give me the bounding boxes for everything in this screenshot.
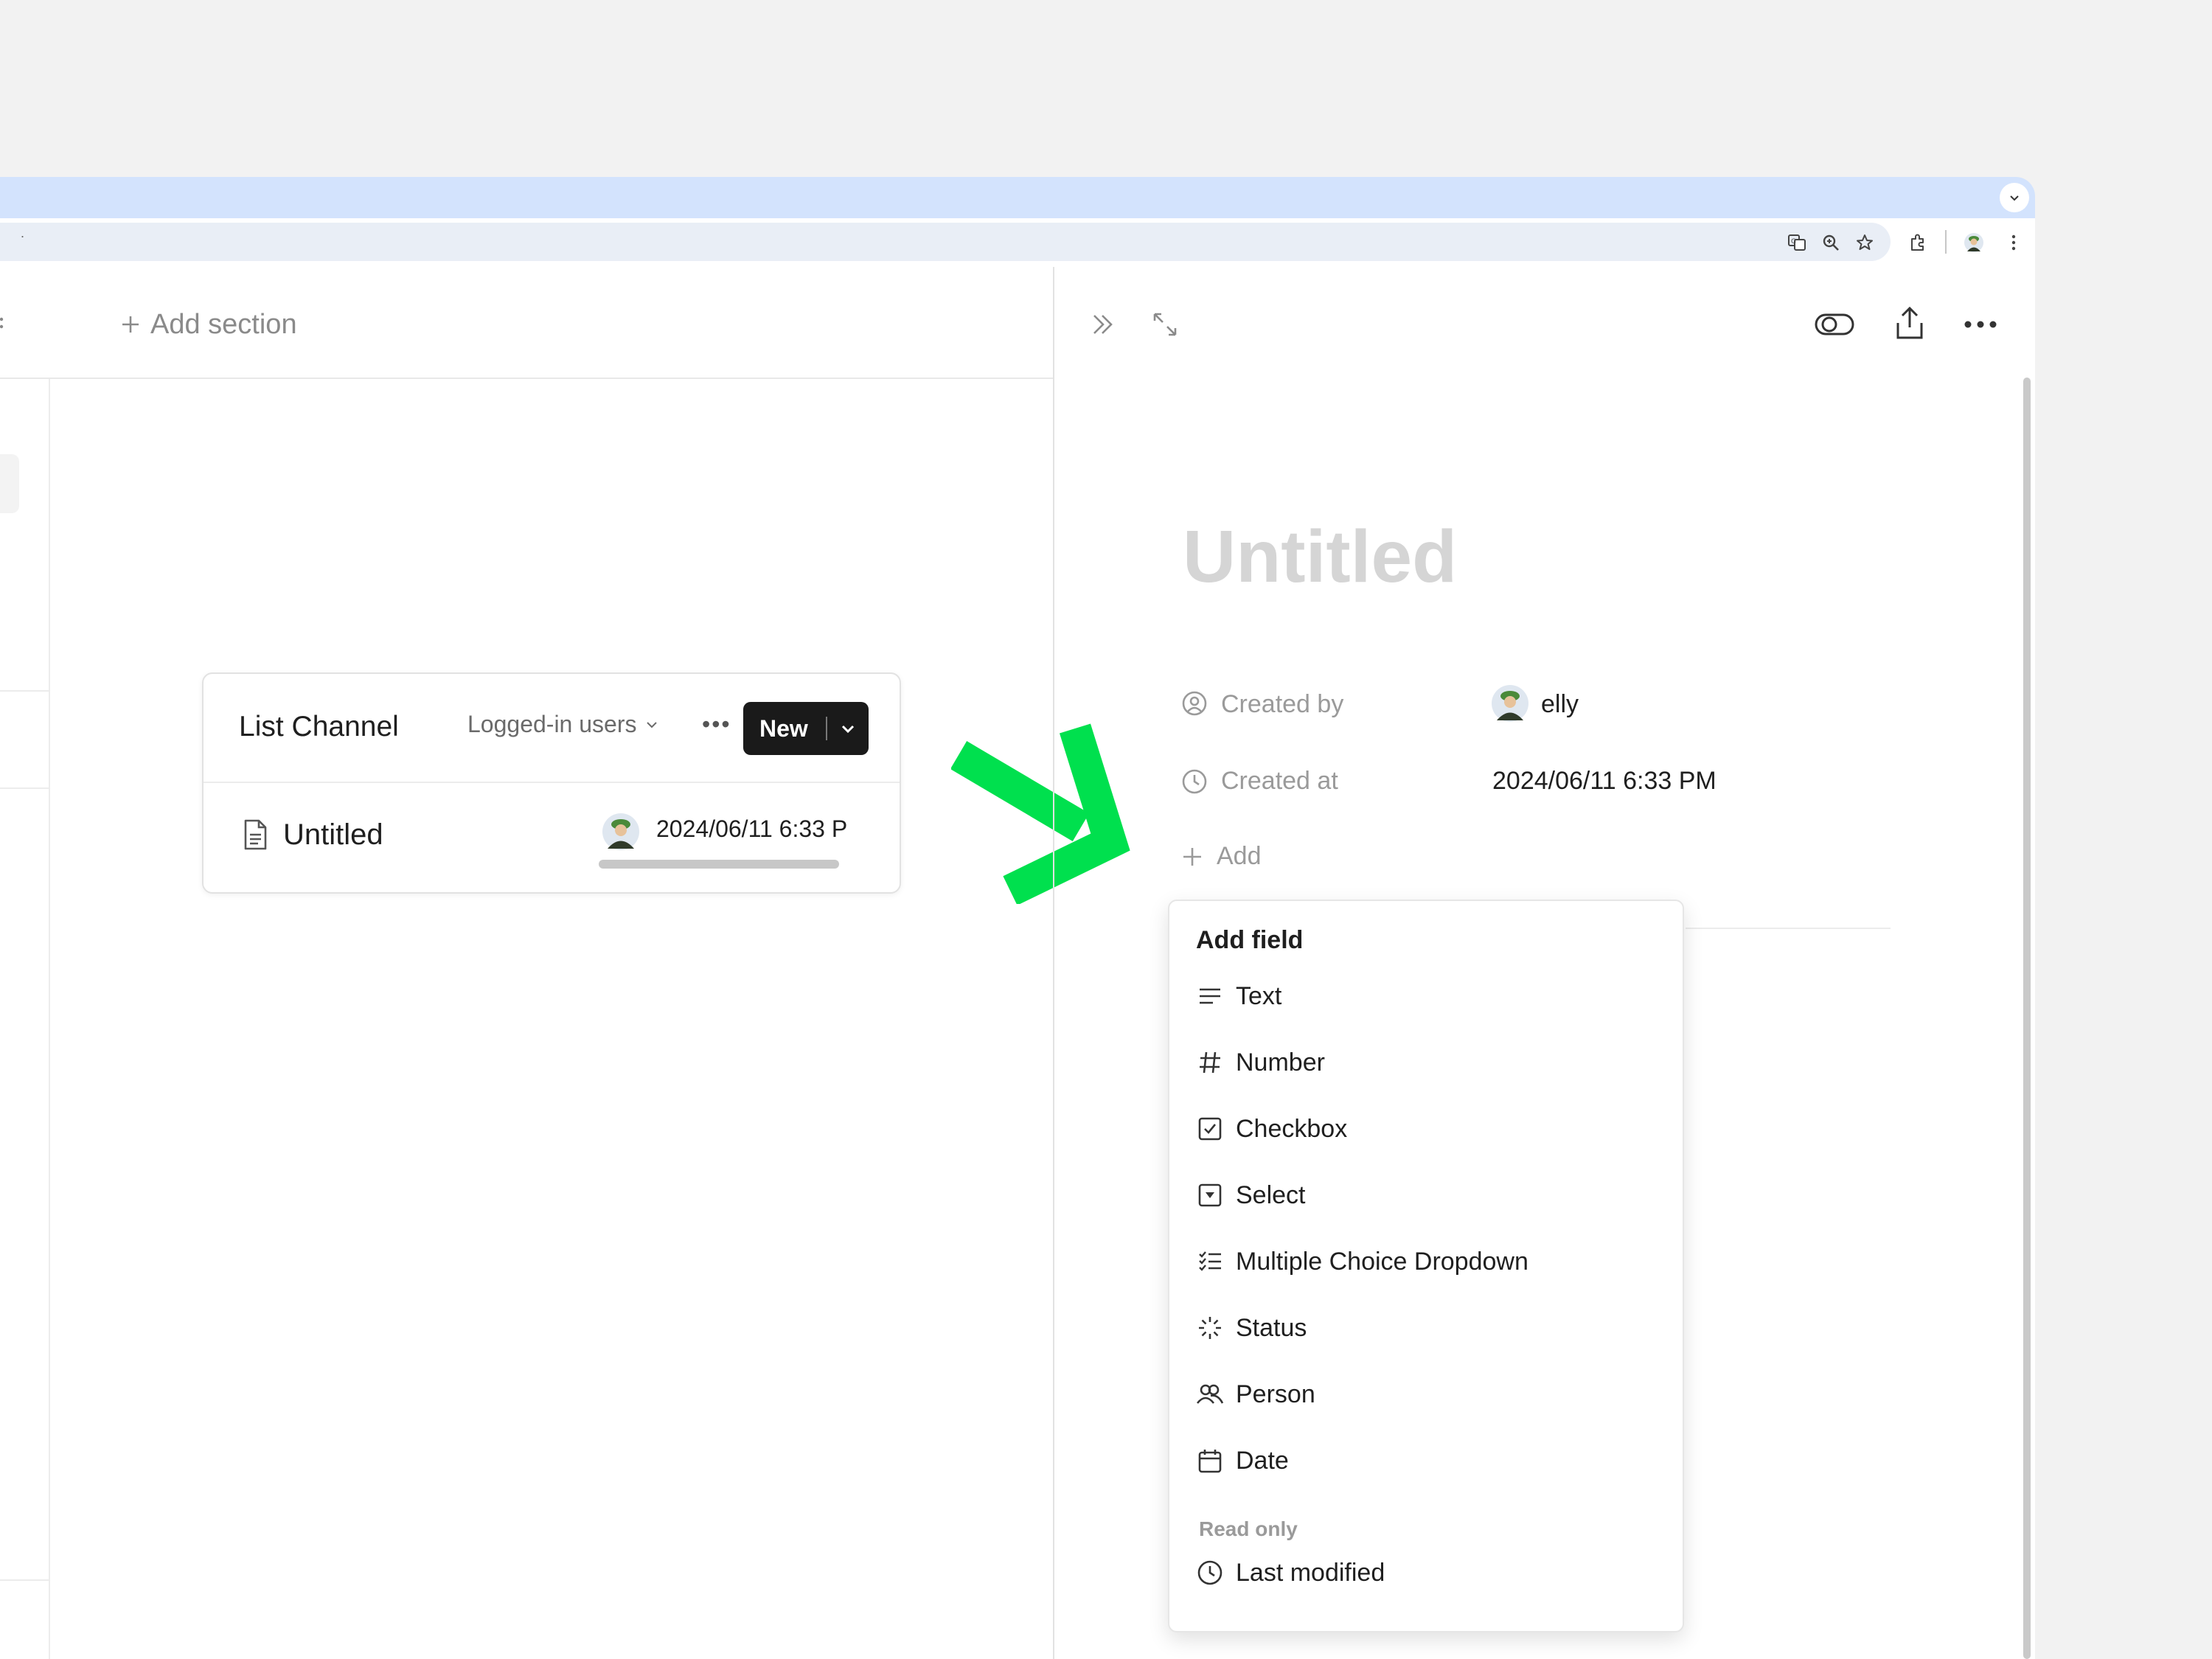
- toolbar-separator: [1945, 230, 1947, 254]
- calendar-icon: [1192, 1442, 1228, 1479]
- header-divider: [0, 378, 1053, 379]
- toggle-button[interactable]: [1812, 302, 1857, 347]
- menu-item-status[interactable]: Status: [1180, 1301, 1671, 1355]
- left-row-divider: [0, 1579, 49, 1581]
- menu-heading: Add field: [1196, 926, 1304, 954]
- new-button[interactable]: New: [743, 702, 869, 755]
- add-label: Add: [1217, 842, 1262, 870]
- clock-icon: [1192, 1554, 1228, 1591]
- more-options-button[interactable]: •••: [702, 711, 731, 738]
- toggle-icon: [1815, 313, 1854, 335]
- checkbox-icon: [1192, 1110, 1228, 1147]
- bookmark-star-icon[interactable]: [1852, 230, 1877, 255]
- properties-divider: [1686, 928, 1891, 929]
- profile-avatar[interactable]: [1961, 230, 1986, 255]
- left-column-chip[interactable]: [0, 454, 19, 513]
- row-date: 2024/06/11 6:33 PM: [656, 815, 846, 842]
- share-icon: [1896, 306, 1923, 339]
- list-channel-card: List Channel Logged-in users ••• New Unt…: [202, 672, 901, 894]
- avatar: [602, 813, 640, 851]
- menu-item-checkbox[interactable]: Checkbox: [1180, 1102, 1671, 1156]
- status-spinner-icon: [1192, 1310, 1228, 1346]
- menu-item-multiple-choice-dropdown[interactable]: Multiple Choice Dropdown: [1180, 1234, 1671, 1289]
- text-lines-icon: [1192, 978, 1228, 1015]
- plus-icon: [1183, 847, 1201, 866]
- menu-item-person[interactable]: Person: [1180, 1367, 1671, 1422]
- vertical-scrollbar[interactable]: [2023, 378, 2031, 1659]
- menu-item-select[interactable]: Select: [1180, 1168, 1671, 1222]
- add-section-button[interactable]: Add section: [119, 304, 297, 345]
- add-field-menu: Add field Text Number Checkbox Select Mu…: [1168, 900, 1684, 1632]
- svg-text:G: G: [1791, 238, 1796, 246]
- audience-label: Logged-in users: [467, 711, 637, 737]
- menu-item-label: Checkbox: [1236, 1114, 1348, 1143]
- more-menu-button[interactable]: [1958, 302, 2003, 347]
- extensions-icon[interactable]: [1905, 230, 1930, 255]
- created-at-value: 2024/06/11 6:33 PM: [1492, 767, 1717, 795]
- menu-subheading: Read only: [1199, 1517, 1298, 1540]
- left-edge-marker: [0, 316, 6, 332]
- avatar: [1491, 684, 1529, 723]
- menu-item-label: Status: [1236, 1313, 1307, 1342]
- menu-item-label: Last modified: [1236, 1558, 1385, 1587]
- address-text: .: [21, 226, 25, 240]
- browser-tab-strip: [0, 177, 2035, 218]
- expand-button[interactable]: [1143, 302, 1187, 347]
- add-section-label: Add section: [150, 308, 297, 340]
- left-row-divider: [0, 787, 49, 789]
- people-icon: [1192, 1376, 1228, 1413]
- property-label: Created by: [1221, 690, 1344, 718]
- address-bar[interactable]: [0, 223, 1891, 261]
- add-property-button[interactable]: Add: [1180, 842, 1262, 871]
- property-label: Created at: [1221, 767, 1338, 795]
- audience-dropdown[interactable]: Logged-in users: [467, 711, 660, 738]
- menu-item-label: Select: [1236, 1180, 1306, 1209]
- menu-item-label: Date: [1236, 1446, 1289, 1475]
- double-chevron-right-icon: [1093, 315, 1113, 334]
- share-button[interactable]: [1888, 301, 1932, 345]
- zoom-icon[interactable]: [1818, 230, 1843, 255]
- menu-item-label: Number: [1236, 1048, 1325, 1077]
- hash-icon: [1192, 1044, 1228, 1081]
- new-button-label: New: [759, 714, 808, 742]
- expand-icon: [1153, 313, 1177, 336]
- created-by-value[interactable]: elly: [1541, 690, 1579, 719]
- card-divider: [204, 782, 900, 783]
- plus-icon: [122, 316, 139, 333]
- annotation-arrow: [951, 720, 1165, 904]
- clock-icon: [1180, 767, 1209, 796]
- document-icon: [240, 818, 270, 851]
- menu-item-label: Multiple Choice Dropdown: [1236, 1247, 1528, 1276]
- menu-item-text[interactable]: Text: [1180, 969, 1671, 1023]
- app-canvas: [0, 267, 2035, 1659]
- menu-item-label: Text: [1236, 981, 1282, 1010]
- page-title[interactable]: Untitled: [1183, 515, 1457, 599]
- checklist-icon: [1192, 1243, 1228, 1280]
- select-icon: [1192, 1177, 1228, 1214]
- chevron-down-icon: [647, 721, 658, 728]
- kebab-menu-icon[interactable]: [2001, 230, 2026, 255]
- tab-search-button[interactable]: [2000, 183, 2029, 212]
- left-column-divider: [49, 379, 50, 1659]
- more-horizontal-icon: [1964, 321, 1997, 328]
- left-row-divider: [0, 690, 49, 692]
- menu-item-date[interactable]: Date: [1180, 1433, 1671, 1488]
- menu-item-last-modified[interactable]: Last modified: [1180, 1545, 1671, 1600]
- collapse-panel-button[interactable]: [1081, 302, 1125, 347]
- row-title[interactable]: Untitled: [283, 818, 383, 852]
- translate-icon[interactable]: G: [1784, 230, 1809, 255]
- user-circle-icon: [1180, 689, 1209, 718]
- new-dropdown-toggle[interactable]: [827, 719, 869, 738]
- menu-item-label: Person: [1236, 1380, 1315, 1408]
- card-title: List Channel: [239, 711, 399, 742]
- menu-item-number[interactable]: Number: [1180, 1035, 1671, 1090]
- chevron-down-icon: [841, 725, 854, 734]
- horizontal-scrollbar[interactable]: [599, 860, 839, 869]
- side-panel-border: [1053, 267, 1054, 1659]
- chevron-down-icon: [2010, 195, 2019, 201]
